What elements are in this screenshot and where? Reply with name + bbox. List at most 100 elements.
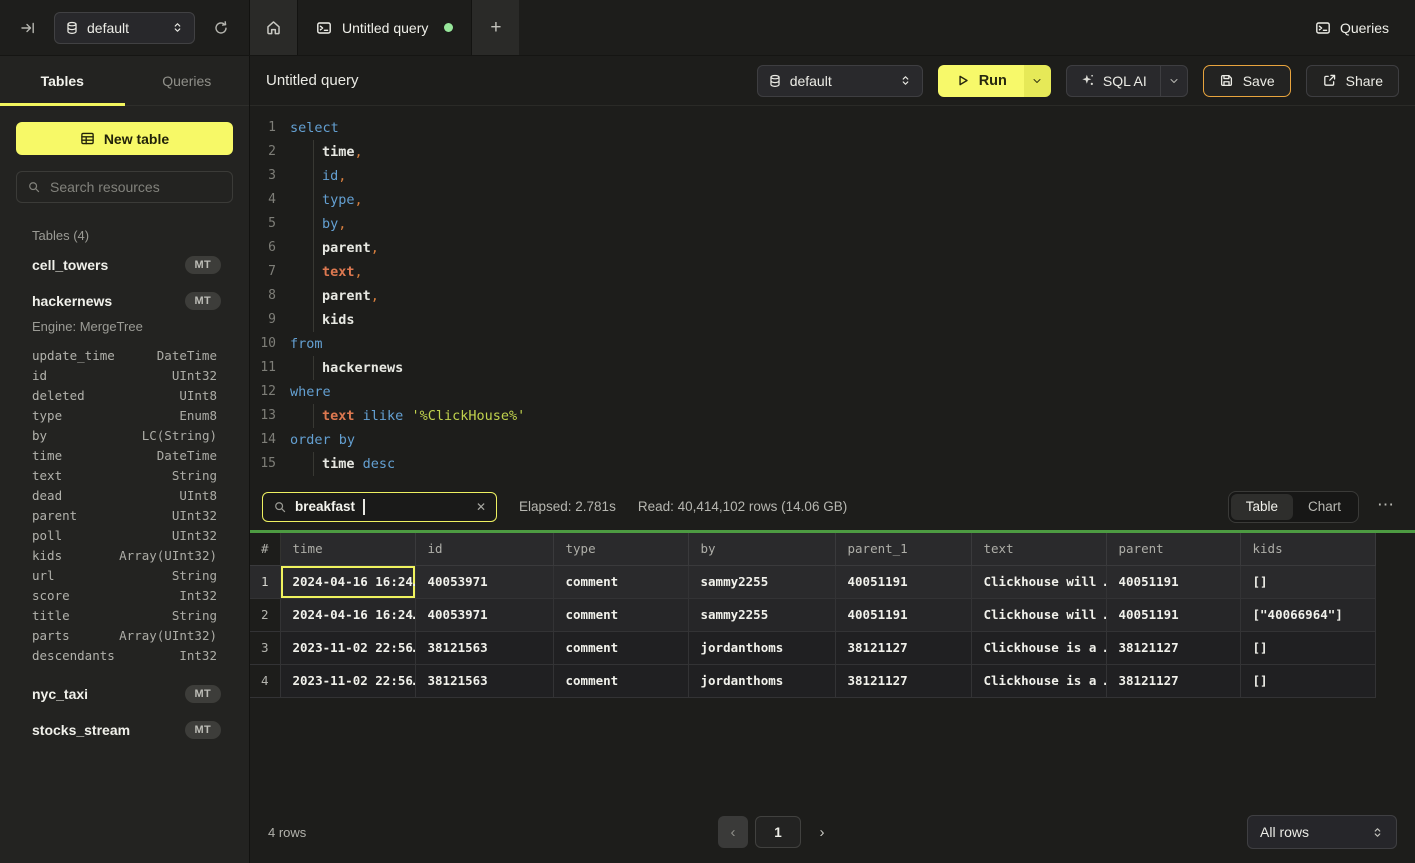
share-button[interactable]: Share — [1306, 65, 1399, 97]
table-cell[interactable]: 40051191 — [1106, 565, 1240, 598]
search-resources-input[interactable]: Search resources — [16, 171, 233, 203]
table-cell[interactable]: 40053971 — [415, 565, 553, 598]
database-selector-main[interactable]: default — [757, 65, 923, 97]
column-item[interactable]: scoreInt32 — [32, 586, 217, 606]
column-header-num[interactable]: # — [250, 533, 280, 565]
column-item[interactable]: byLC(String) — [32, 426, 217, 446]
table-cell[interactable]: 2 — [250, 598, 280, 631]
column-item[interactable]: urlString — [32, 566, 217, 586]
column-item[interactable]: titleString — [32, 606, 217, 626]
table-cell[interactable]: 2024-04-16 16:24… — [280, 598, 415, 631]
editor-line[interactable]: 6parent, — [250, 236, 1415, 260]
view-tab-table[interactable]: Table — [1231, 494, 1293, 520]
editor-line[interactable]: 1select — [250, 116, 1415, 140]
editor-line[interactable]: 2time, — [250, 140, 1415, 164]
table-cell[interactable]: 38121127 — [835, 631, 971, 664]
table-cell[interactable]: jordanthoms — [688, 631, 835, 664]
save-button[interactable]: Save — [1203, 65, 1291, 97]
results-filter-input[interactable]: breakfast ✕ — [262, 492, 497, 522]
column-header-type[interactable]: type — [553, 533, 688, 565]
refresh-button[interactable] — [207, 14, 235, 42]
sql-ai-options-button[interactable] — [1160, 66, 1187, 96]
sidebar-collapse-button[interactable] — [14, 14, 42, 42]
column-header-parent[interactable]: parent — [1106, 533, 1240, 565]
prev-page-button[interactable]: ‹ — [718, 816, 748, 848]
editor-line[interactable]: 3id, — [250, 164, 1415, 188]
run-options-button[interactable] — [1024, 65, 1051, 97]
column-item[interactable]: kidsArray(UInt32) — [32, 546, 217, 566]
column-item[interactable]: descendantsInt32 — [32, 646, 217, 666]
editor-line[interactable]: 4type, — [250, 188, 1415, 212]
table-cell[interactable]: ["40066964"] — [1240, 598, 1375, 631]
table-cell[interactable]: 40053971 — [415, 598, 553, 631]
table-cell[interactable]: Clickhouse is a … — [971, 664, 1106, 697]
column-item[interactable]: parentUInt32 — [32, 506, 217, 526]
table-cell[interactable]: comment — [553, 598, 688, 631]
editor-line[interactable]: 14order by — [250, 428, 1415, 452]
table-cell[interactable]: comment — [553, 631, 688, 664]
page-size-select[interactable]: All rows — [1247, 815, 1397, 849]
table-item-stocks_stream[interactable]: stocks_streamMT — [16, 712, 233, 748]
table-cell[interactable]: 38121563 — [415, 631, 553, 664]
column-header-id[interactable]: id — [415, 533, 553, 565]
table-item-hackernews[interactable]: hackernewsMT — [16, 283, 233, 319]
column-item[interactable]: update_timeDateTime — [32, 346, 217, 366]
selected-cell[interactable]: 2024-04-16 16:24… — [280, 565, 415, 598]
table-cell[interactable]: 38121127 — [1106, 664, 1240, 697]
clear-filter-button[interactable]: ✕ — [476, 500, 486, 514]
column-item[interactable]: textString — [32, 466, 217, 486]
table-cell[interactable]: 2023-11-02 22:56… — [280, 664, 415, 697]
column-item[interactable]: idUInt32 — [32, 366, 217, 386]
column-item[interactable]: deletedUInt8 — [32, 386, 217, 406]
column-header-by[interactable]: by — [688, 533, 835, 565]
table-cell[interactable]: 38121127 — [835, 664, 971, 697]
queries-button[interactable]: Queries — [1315, 0, 1389, 55]
table-cell[interactable]: Clickhouse will … — [971, 598, 1106, 631]
table-cell[interactable]: sammy2255 — [688, 598, 835, 631]
table-cell[interactable]: [] — [1240, 631, 1375, 664]
table-item-nyc_taxi[interactable]: nyc_taxiMT — [16, 676, 233, 712]
editor-line[interactable]: 15time desc — [250, 452, 1415, 476]
column-header-kids[interactable]: kids — [1240, 533, 1375, 565]
home-button[interactable] — [250, 0, 297, 55]
table-cell[interactable]: jordanthoms — [688, 664, 835, 697]
table-cell[interactable]: comment — [553, 664, 688, 697]
sql-ai-button[interactable]: SQL AI — [1067, 66, 1160, 96]
new-tab-button[interactable]: + — [472, 0, 519, 55]
column-header-parent_1[interactable]: parent_1 — [835, 533, 971, 565]
table-cell[interactable]: 38121127 — [1106, 631, 1240, 664]
table-cell[interactable]: 40051191 — [1106, 598, 1240, 631]
column-item[interactable]: deadUInt8 — [32, 486, 217, 506]
editor-line[interactable]: 9kids — [250, 308, 1415, 332]
table-cell[interactable]: Clickhouse will … — [971, 565, 1106, 598]
editor-line[interactable]: 13text ilike '%ClickHouse%' — [250, 404, 1415, 428]
column-item[interactable]: partsArray(UInt32) — [32, 626, 217, 646]
editor-line[interactable]: 7text, — [250, 260, 1415, 284]
column-header-text[interactable]: text — [971, 533, 1106, 565]
table-cell[interactable]: sammy2255 — [688, 565, 835, 598]
editor-line[interactable]: 5by, — [250, 212, 1415, 236]
editor-line[interactable]: 8parent, — [250, 284, 1415, 308]
table-cell[interactable]: 4 — [250, 664, 280, 697]
table-cell[interactable]: Clickhouse is a … — [971, 631, 1106, 664]
table-cell[interactable]: 40051191 — [835, 565, 971, 598]
column-item[interactable]: timeDateTime — [32, 446, 217, 466]
table-cell[interactable]: 1 — [250, 565, 280, 598]
table-cell[interactable]: [] — [1240, 664, 1375, 697]
table-cell[interactable]: 3 — [250, 631, 280, 664]
database-selector-top[interactable]: default — [54, 12, 195, 44]
next-page-button[interactable]: › — [808, 816, 836, 848]
table-cell[interactable]: 38121563 — [415, 664, 553, 697]
new-table-button[interactable]: New table — [16, 122, 233, 155]
more-options-button[interactable]: ⋯ — [1369, 495, 1403, 519]
editor-line[interactable]: 10from — [250, 332, 1415, 356]
column-item[interactable]: typeEnum8 — [32, 406, 217, 426]
column-header-time[interactable]: time — [280, 533, 415, 565]
table-cell[interactable]: [] — [1240, 565, 1375, 598]
sql-editor[interactable]: 1select2time,3id,4type,5by,6parent,7text… — [250, 106, 1415, 483]
view-tab-chart[interactable]: Chart — [1293, 494, 1356, 520]
table-item-cell_towers[interactable]: cell_towersMT — [16, 247, 233, 283]
column-item[interactable]: pollUInt32 — [32, 526, 217, 546]
tab-queries[interactable]: Queries — [125, 56, 250, 105]
table-cell[interactable]: 2023-11-02 22:56… — [280, 631, 415, 664]
